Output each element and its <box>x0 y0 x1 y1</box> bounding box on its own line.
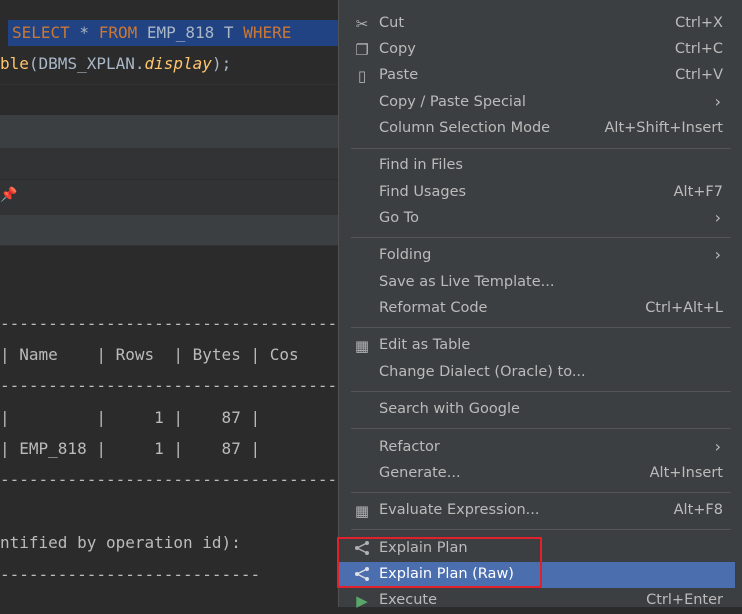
chevron-right-icon: › <box>714 437 721 456</box>
menu-item-generate[interactable]: Generate... Alt+Insert <box>339 461 735 487</box>
menu-item-label: Edit as Table <box>379 337 471 353</box>
menu-item-go-to[interactable]: Go To › <box>339 206 735 232</box>
menu-item-label: Find Usages <box>379 184 467 200</box>
code-line-1[interactable]: SELECT * FROM EMP_818 T WHERE <box>12 20 291 46</box>
menu-separator <box>351 492 731 493</box>
menu-item-label: Execute <box>379 592 437 608</box>
menu-item-execute[interactable]: ▶ Execute Ctrl+Enter <box>339 588 735 614</box>
menu-item-shortcut: Alt+Insert <box>649 465 723 481</box>
menu-separator <box>351 237 731 238</box>
sql-keyword: FROM <box>98 23 138 42</box>
function-name: display <box>144 54 212 73</box>
plan-row: | | 1 | 87 | <box>0 408 261 427</box>
context-menu: ✂ Cut Ctrl+X ❐ Copy Ctrl+C ▯ Paste Ctrl+… <box>338 0 742 610</box>
menu-separator <box>351 428 731 429</box>
menu-item-shortcut: Ctrl+X <box>675 15 723 31</box>
menu-item-reformat-code[interactable]: Reformat Code Ctrl+Alt+L <box>339 296 735 322</box>
menu-item-label: Search with Google <box>379 401 520 417</box>
scissors-icon: ✂ <box>355 15 369 33</box>
menu-item-change-dialect[interactable]: Change Dialect (Oracle) to... <box>339 360 735 386</box>
editor-divider <box>0 84 340 116</box>
menu-item-label: Copy <box>379 41 416 57</box>
menu-item-paste[interactable]: ▯ Paste Ctrl+V <box>339 63 735 89</box>
menu-item-shortcut: Ctrl+Enter <box>646 592 723 608</box>
plan-separator: ------------------------------------- <box>0 376 357 395</box>
menu-item-shortcut: Alt+Shift+Insert <box>604 120 723 136</box>
chevron-right-icon: › <box>714 92 721 111</box>
menu-item-refactor[interactable]: Refactor › <box>339 435 735 461</box>
menu-item-search-with-google[interactable]: Search with Google <box>339 397 735 423</box>
menu-item-cut[interactable]: ✂ Cut Ctrl+X <box>339 11 735 37</box>
menu-item-shortcut: Alt+F7 <box>673 184 723 200</box>
code-text: (DBMS_XPLAN. <box>28 54 145 73</box>
menu-item-label: Column Selection Mode <box>379 120 551 136</box>
menu-separator <box>351 327 731 328</box>
clipboard-icon: ▯ <box>357 67 367 85</box>
plan-row: | EMP_818 | 1 | 87 | <box>0 439 261 458</box>
menu-item-label: Go To <box>379 210 419 226</box>
menu-item-label: Generate... <box>379 465 461 481</box>
menu-item-shortcut: Alt+F8 <box>673 502 723 518</box>
menu-item-label: Change Dialect (Oracle) to... <box>379 364 586 380</box>
menu-item-save-as-live-template[interactable]: Save as Live Template... <box>339 270 735 296</box>
plan-separator: ------------------------------------- <box>0 470 357 489</box>
pin-icon[interactable]: 📌 <box>0 187 17 203</box>
menu-separator <box>351 148 731 149</box>
menu-item-label: Refactor <box>379 439 440 455</box>
menu-item-label: Paste <box>379 67 419 83</box>
sql-keyword: WHERE <box>243 23 292 42</box>
code-text: ); <box>211 54 232 73</box>
menu-item-label: Save as Live Template... <box>379 274 555 290</box>
menu-item-label: Reformat Code <box>379 300 488 316</box>
results-tab-bar <box>0 215 340 246</box>
function-name: ble <box>0 54 29 73</box>
code-text: * <box>69 23 99 42</box>
menu-item-label: Evaluate Expression... <box>379 502 540 518</box>
calculator-icon: ▦ <box>354 502 370 520</box>
plan-separator: --------------------------- <box>0 565 261 584</box>
table-icon: ▦ <box>354 337 370 355</box>
plan-note: ntified by operation id): <box>0 533 241 552</box>
code-text: EMP_818 T <box>137 23 244 42</box>
tool-window-header <box>0 115 340 149</box>
menu-item-shortcut: Ctrl+Alt+L <box>645 300 723 316</box>
toolbar-strip <box>0 149 340 179</box>
plan-header-row: | Name | Rows | Bytes | Cos <box>0 345 299 364</box>
menu-item-copy-paste-special[interactable]: Copy / Paste Special › <box>339 90 735 116</box>
menu-separator <box>351 391 731 392</box>
menu-item-find-in-files[interactable]: Find in Files <box>339 153 735 179</box>
results-toolbar: 📌 <box>0 180 340 215</box>
copy-icon: ❐ <box>355 41 369 59</box>
plan-separator: ------------------------------------- <box>0 314 357 333</box>
menu-item-evaluate-expression[interactable]: ▦ Evaluate Expression... Alt+F8 <box>339 498 735 524</box>
sql-keyword: SELECT <box>12 23 70 42</box>
menu-item-label: Folding <box>379 247 432 263</box>
run-icon: ▶ <box>356 592 368 610</box>
highlight-annotation-box <box>337 537 542 588</box>
menu-separator <box>351 529 731 530</box>
menu-item-edit-as-table[interactable]: ▦ Edit as Table <box>339 333 735 359</box>
menu-item-shortcut: Ctrl+C <box>674 41 723 57</box>
menu-item-label: Cut <box>379 15 404 31</box>
menu-item-label: Find in Files <box>379 157 463 173</box>
chevron-right-icon: › <box>714 208 721 227</box>
code-line-2[interactable]: ble(DBMS_XPLAN.display); <box>0 51 231 77</box>
menu-item-find-usages[interactable]: Find Usages Alt+F7 <box>339 180 735 206</box>
menu-item-copy[interactable]: ❐ Copy Ctrl+C <box>339 37 735 63</box>
chevron-right-icon: › <box>714 245 721 264</box>
menu-item-shortcut: Ctrl+V <box>675 67 723 83</box>
menu-item-folding[interactable]: Folding › <box>339 243 735 269</box>
menu-item-label: Copy / Paste Special <box>379 94 526 110</box>
menu-item-column-selection-mode[interactable]: Column Selection Mode Alt+Shift+Insert <box>339 116 735 142</box>
output-gap <box>0 246 340 278</box>
